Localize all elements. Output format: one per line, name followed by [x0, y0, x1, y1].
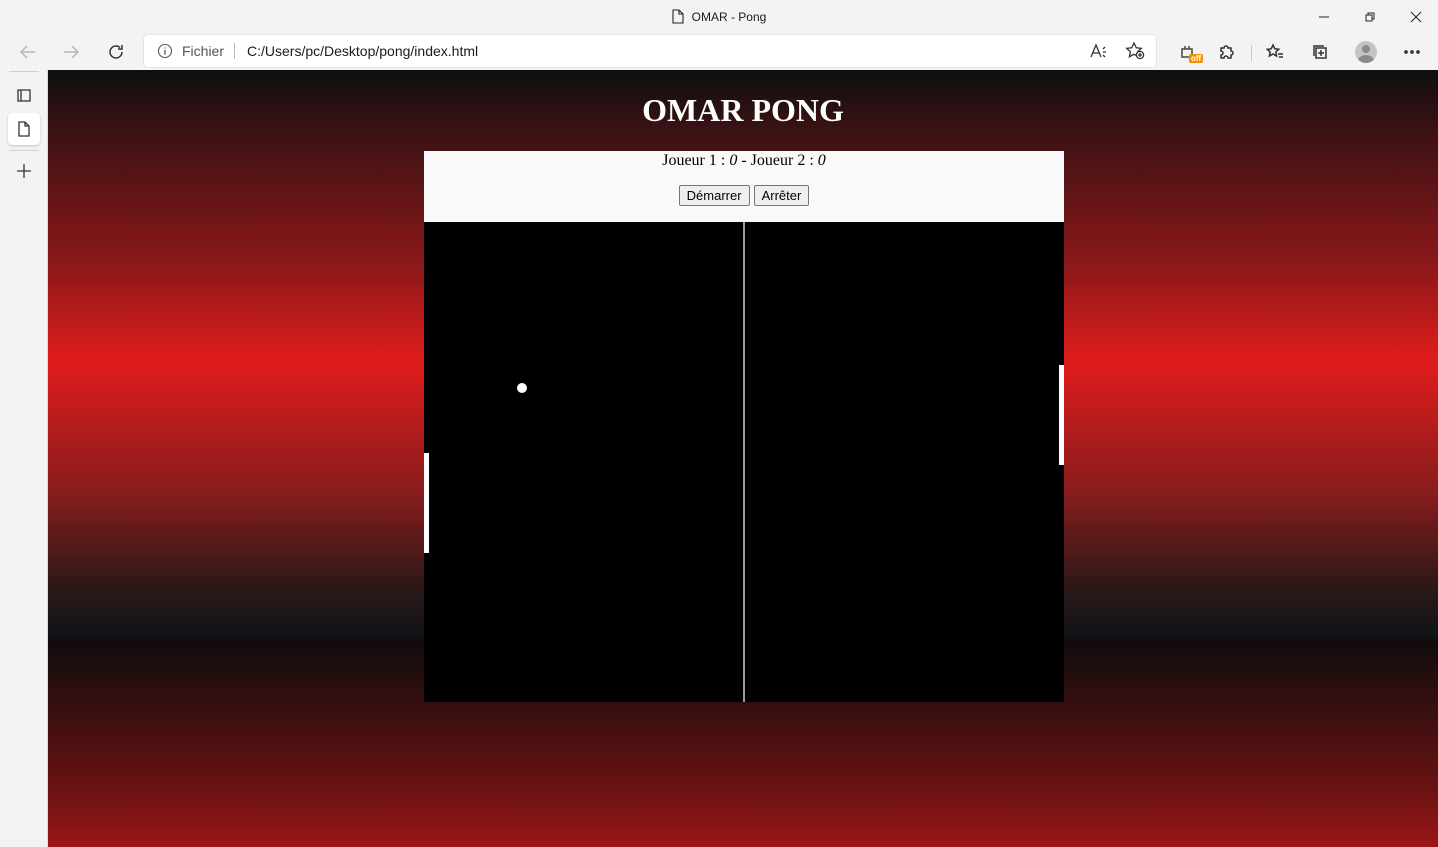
page-viewport: OMAR PONG Joueur 1 : 0 - Joueur 2 : 0 Dé…: [48, 70, 1438, 847]
refresh-button[interactable]: [100, 36, 132, 68]
pong-game: Joueur 1 : 0 - Joueur 2 : 0 Démarrer Arr…: [424, 151, 1064, 702]
player2-score: 0: [817, 152, 826, 169]
minimize-button[interactable]: [1301, 0, 1347, 33]
collections-button[interactable]: [1304, 36, 1336, 68]
tab-omar-pong[interactable]: [8, 113, 40, 145]
close-window-button[interactable]: [1393, 0, 1438, 33]
extension-off-badge: off: [1189, 54, 1204, 63]
player1-paddle: [424, 453, 429, 553]
document-icon: [672, 9, 684, 27]
forward-button[interactable]: [55, 36, 87, 68]
favorites-button[interactable]: [1259, 36, 1291, 68]
arrow-left-icon: [19, 45, 35, 59]
window-title-text: OMAR - Pong: [691, 10, 767, 24]
arrow-right-icon: [64, 45, 80, 59]
minimize-icon: [1319, 16, 1329, 17]
start-button[interactable]: Démarrer: [678, 185, 750, 206]
new-tab-button[interactable]: [8, 155, 40, 187]
address-scheme-label: Fichier: [182, 43, 225, 59]
vertical-tabs-sidebar: [0, 70, 48, 847]
control-panel: Joueur 1 : 0 - Joueur 2 : 0 Démarrer Arr…: [424, 151, 1064, 222]
avatar: [1355, 41, 1377, 63]
tab-actions-button[interactable]: [8, 79, 40, 111]
back-button[interactable]: [12, 36, 44, 68]
game-buttons: Démarrer Arrêter: [424, 185, 1064, 206]
window-title: OMAR - Pong: [0, 9, 1438, 27]
center-net: [743, 222, 745, 702]
game-court[interactable]: [424, 222, 1064, 702]
profile-button[interactable]: [1350, 36, 1382, 68]
info-icon[interactable]: [157, 43, 173, 64]
close-icon: [1410, 11, 1422, 22]
more-icon: [1404, 50, 1420, 54]
sidebar-divider: [9, 150, 39, 151]
restore-button[interactable]: [1347, 0, 1393, 33]
tab-actions-icon: [17, 89, 31, 102]
collections-icon: [1313, 45, 1327, 59]
address-bar[interactable]: Fichier C:/Users/pc/Desktop/pong/index.h…: [144, 35, 1156, 67]
extension-button[interactable]: off: [1171, 36, 1204, 68]
stop-button[interactable]: Arrêter: [753, 185, 810, 206]
add-favorite-button[interactable]: [1122, 39, 1148, 63]
toolbar-divider: [1251, 45, 1252, 61]
puzzle-icon: [1220, 45, 1234, 59]
address-url[interactable]: C:/Users/pc/Desktop/pong/index.html: [247, 43, 478, 59]
player2-paddle: [1059, 365, 1064, 465]
read-aloud-icon: [1090, 43, 1106, 58]
browser-toolbar: Fichier C:/Users/pc/Desktop/pong/index.h…: [0, 33, 1438, 70]
scoreboard: Joueur 1 : 0 - Joueur 2 : 0: [424, 152, 1064, 170]
extensions-button[interactable]: [1211, 36, 1243, 68]
player1-label: Joueur 1 :: [662, 152, 730, 169]
settings-menu-button[interactable]: [1396, 36, 1428, 68]
plus-icon: [17, 164, 31, 178]
title-bar: OMAR - Pong: [0, 0, 1438, 33]
favorites-list-icon: [1266, 43, 1283, 58]
page-title: OMAR PONG: [642, 92, 844, 128]
refresh-icon: [109, 45, 123, 59]
read-aloud-button[interactable]: [1086, 39, 1112, 63]
address-divider: [234, 43, 235, 59]
player2-label: Joueur 2 :: [750, 152, 818, 169]
restore-icon: [1365, 12, 1375, 21]
score-separator: -: [737, 152, 751, 169]
sidebar-divider: [9, 71, 39, 72]
ball: [517, 383, 527, 393]
star-add-icon: [1125, 42, 1145, 60]
document-icon: [18, 121, 30, 137]
